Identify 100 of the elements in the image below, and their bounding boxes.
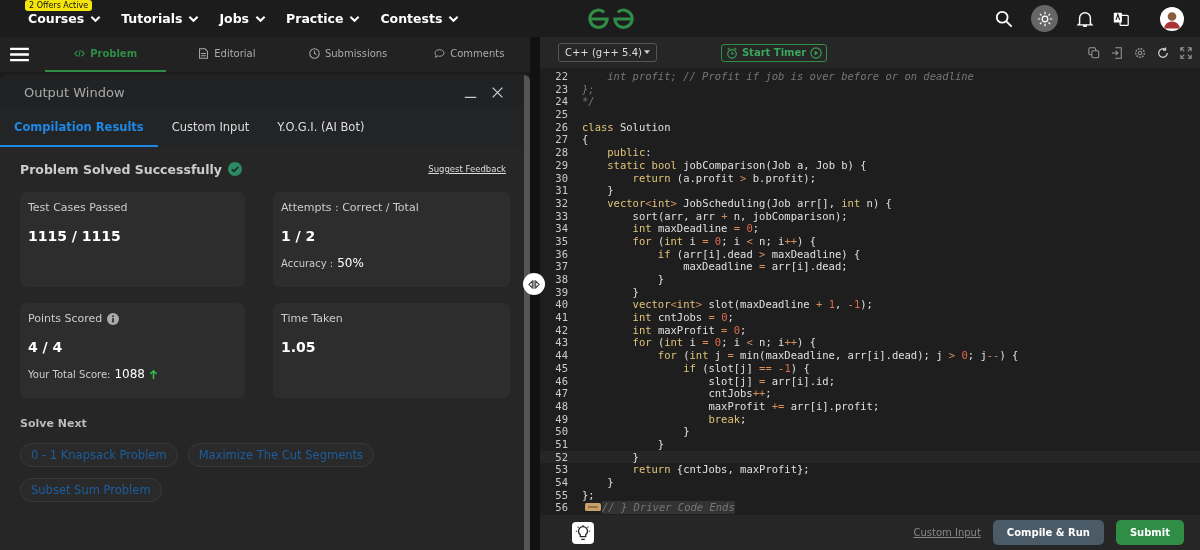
- line-number: 47: [554, 387, 569, 400]
- logo-icon[interactable]: [587, 8, 635, 30]
- check-circle-icon: [227, 162, 242, 176]
- stat-value: 50%: [337, 256, 364, 270]
- code-line: static bool jobComparison(Job a, Job b) {: [606, 158, 867, 172]
- clock-icon[interactable]: [308, 48, 320, 59]
- line-number: 52: [554, 450, 569, 464]
- chevron-down-icon[interactable]: [90, 14, 102, 23]
- nav-menu[interactable]: Tutorials: [121, 11, 200, 26]
- line-number: 29: [554, 158, 569, 172]
- info-icon[interactable]: [107, 312, 120, 325]
- menu-icon[interactable]: [10, 47, 29, 62]
- output-tab[interactable]: Custom Input: [157, 109, 264, 147]
- fullscreen-icon[interactable]: [1180, 46, 1192, 59]
- line-number: 37: [554, 260, 569, 273]
- language-dropdown[interactable]: C++ (g++ 5.4): [558, 43, 657, 62]
- document-icon[interactable]: [198, 48, 210, 59]
- close-icon[interactable]: [491, 85, 504, 99]
- line-number: 30: [554, 171, 569, 185]
- line-number: 24: [554, 95, 569, 109]
- stat-value: 1 / 2: [281, 228, 317, 244]
- code-line: return {cntJobs, maxProfit};: [631, 463, 810, 476]
- line-number: 34: [554, 222, 569, 235]
- line-number: 27: [554, 133, 569, 147]
- start-timer-button[interactable]: Start Timer: [720, 43, 828, 62]
- line-number: 50: [554, 425, 569, 438]
- code-line: }: [682, 425, 690, 438]
- code-line: };: [582, 488, 595, 502]
- reset-icon[interactable]: [1157, 46, 1169, 59]
- stat-label: Points Scored: [28, 312, 103, 325]
- copy-icon[interactable]: [1088, 46, 1100, 59]
- chevron-down-icon[interactable]: [255, 14, 267, 23]
- nav-menu[interactable]: Courses: [28, 11, 102, 26]
- line-number: 38: [554, 273, 569, 286]
- code-line: sort(arr, arr + n, jobComparison);: [631, 209, 848, 223]
- code-line: {: [582, 133, 589, 147]
- output-tab[interactable]: Y.O.G.I. (AI Bot): [263, 109, 379, 147]
- line-number: 49: [554, 412, 569, 426]
- resize-arrows-icon[interactable]: [528, 279, 540, 289]
- sun-icon[interactable]: [1036, 10, 1053, 27]
- problem-tab[interactable]: Submissions: [287, 37, 409, 72]
- problem-tab[interactable]: Editorial: [166, 37, 288, 72]
- chevron-down-icon[interactable]: [448, 14, 460, 23]
- line-number: 45: [554, 361, 569, 375]
- line-number: 31: [554, 184, 569, 197]
- line-number: 41: [554, 311, 569, 324]
- code-line: }: [606, 184, 614, 197]
- code-line: return (a.profit > b.profit);: [631, 171, 816, 185]
- chevron-down-icon[interactable]: [349, 14, 361, 23]
- chat-bubble-icon[interactable]: [434, 48, 446, 59]
- nav-menu[interactable]: Contests: [380, 11, 460, 26]
- settings-icon[interactable]: [1134, 46, 1146, 59]
- stat-label: Your Total Score:: [28, 368, 111, 380]
- stat-value: 1115 / 1115: [28, 228, 122, 244]
- code-line: if (arr[i].dead > maxDeadline) {: [656, 247, 861, 261]
- line-number: 53: [554, 463, 569, 476]
- fold-marker-icon[interactable]: [584, 503, 602, 512]
- nav-menu[interactable]: Practice: [286, 11, 361, 26]
- code-line: maxDeadline = arr[i].dead;: [682, 260, 848, 273]
- custom-input-link[interactable]: Custom Input: [913, 527, 981, 538]
- chevron-down-icon[interactable]: [188, 14, 200, 23]
- code-line: }: [656, 437, 665, 451]
- line-number: 33: [554, 209, 569, 223]
- line-number: 35: [554, 234, 569, 248]
- code-line: cntJobs++;: [707, 387, 772, 400]
- output-tab[interactable]: Compilation Results: [0, 109, 158, 147]
- avatar-icon[interactable]: [1160, 6, 1184, 31]
- stat-label: Test Cases Passed: [28, 201, 128, 214]
- suggest-feedback-link[interactable]: Suggest Feedback: [428, 164, 506, 174]
- code-line: class Solution: [582, 120, 671, 134]
- import-icon[interactable]: [1111, 46, 1123, 59]
- code-line: }: [606, 476, 614, 489]
- submit-button[interactable]: Submit: [1115, 520, 1184, 545]
- compile-run-button[interactable]: Compile & Run: [992, 520, 1104, 545]
- stat-label: Time Taken: [281, 312, 343, 325]
- nav-menu[interactable]: Jobs: [219, 11, 267, 26]
- line-number: 40: [554, 298, 569, 312]
- caret-icon[interactable]: [643, 50, 650, 55]
- play-icon[interactable]: [810, 46, 823, 59]
- line-number: 25: [554, 108, 569, 121]
- section-title: Solve Next: [20, 417, 88, 430]
- code-line: };: [582, 82, 595, 96]
- stat-label: Accuracy :: [281, 257, 334, 269]
- line-number: 36: [554, 247, 569, 261]
- theme-toggle-button[interactable]: [1031, 5, 1058, 32]
- code-line: }: [656, 273, 665, 286]
- code-line: vector<int> slot(maxDeadline + 1, -1);: [631, 298, 873, 312]
- code-line: public:: [606, 146, 652, 159]
- code-icon[interactable]: [74, 48, 86, 59]
- bell-icon[interactable]: [1076, 9, 1094, 28]
- line-number: 22: [554, 70, 569, 83]
- code-line: int maxProfit = 0;: [631, 323, 747, 337]
- problem-tab[interactable]: Problem: [45, 37, 167, 72]
- alarm-clock-icon[interactable]: [725, 46, 738, 59]
- line-number: 54: [554, 476, 569, 489]
- line-number: 43: [554, 336, 569, 350]
- line-number: 32: [554, 196, 569, 210]
- problem-tab[interactable]: Comments: [408, 37, 530, 72]
- search-icon[interactable]: [995, 9, 1013, 28]
- window-title: Output Window: [24, 84, 125, 100]
